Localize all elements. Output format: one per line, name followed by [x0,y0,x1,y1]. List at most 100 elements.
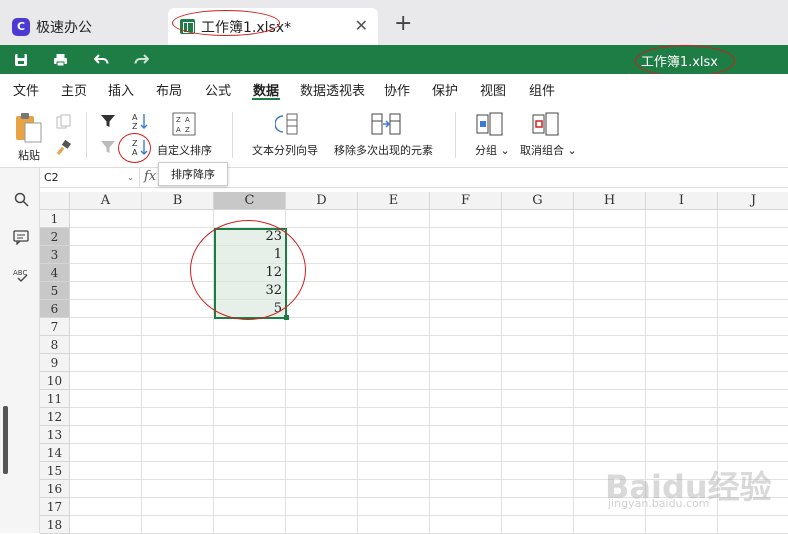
cell-h1[interactable] [574,210,646,228]
cell-e15[interactable] [358,462,430,480]
cell-d16[interactable] [286,480,358,498]
cell-d7[interactable] [286,318,358,336]
cell-e13[interactable] [358,426,430,444]
sort-descending-icon[interactable]: ZA [131,138,149,159]
save-icon[interactable] [11,50,31,70]
search-icon[interactable] [12,190,30,208]
cell-g10[interactable] [502,372,574,390]
cell-f14[interactable] [430,444,502,462]
menu-home[interactable]: 主页 [61,80,87,99]
cell-f17[interactable] [430,498,502,516]
cell-c6[interactable]: 5 [214,300,286,318]
cell-a5[interactable] [70,282,142,300]
cell-i10[interactable] [646,372,718,390]
cell-j7[interactable] [718,318,788,336]
tab-document[interactable]: 工作簿1.xlsx* ✕ [168,8,378,45]
cell-h11[interactable] [574,390,646,408]
cell-b10[interactable] [142,372,214,390]
remove-duplicates-icon[interactable] [371,112,401,139]
cell-d1[interactable] [286,210,358,228]
row-header-7[interactable]: 7 [40,318,70,336]
cell-e6[interactable] [358,300,430,318]
cell-b5[interactable] [142,282,214,300]
cell-b2[interactable] [142,228,214,246]
column-header-a[interactable]: A [70,192,142,210]
cell-e1[interactable] [358,210,430,228]
column-header-d[interactable]: D [286,192,358,210]
column-header-g[interactable]: G [502,192,574,210]
cell-a1[interactable] [70,210,142,228]
cell-f18[interactable] [430,516,502,534]
cell-b3[interactable] [142,246,214,264]
cell-j5[interactable] [718,282,788,300]
row-header-6[interactable]: 6 [40,300,70,318]
panel-resize-handle[interactable] [3,406,8,474]
cell-f6[interactable] [430,300,502,318]
cell-c14[interactable] [214,444,286,462]
cell-d2[interactable] [286,228,358,246]
cell-a4[interactable] [70,264,142,282]
cell-h12[interactable] [574,408,646,426]
cell-f5[interactable] [430,282,502,300]
print-icon[interactable] [50,50,70,70]
cell-a3[interactable] [70,246,142,264]
cell-g3[interactable] [502,246,574,264]
cell-h3[interactable] [574,246,646,264]
cell-g12[interactable] [502,408,574,426]
row-header-15[interactable]: 15 [40,462,70,480]
cell-a17[interactable] [70,498,142,516]
cell-e14[interactable] [358,444,430,462]
cell-e4[interactable] [358,264,430,282]
tab-app[interactable]: C 极速办公 [0,8,166,45]
sort-ascending-icon[interactable]: AZ [131,112,149,133]
cell-j8[interactable] [718,336,788,354]
cell-g18[interactable] [502,516,574,534]
cell-h14[interactable] [574,444,646,462]
cell-g1[interactable] [502,210,574,228]
custom-sort-label[interactable]: 自定义排序 [157,142,212,158]
cell-h2[interactable] [574,228,646,246]
clear-filter-icon[interactable] [100,139,116,158]
cell-g6[interactable] [502,300,574,318]
cell-e7[interactable] [358,318,430,336]
cell-e11[interactable] [358,390,430,408]
cell-j9[interactable] [718,354,788,372]
cell-a9[interactable] [70,354,142,372]
cell-j14[interactable] [718,444,788,462]
row-header-11[interactable]: 11 [40,390,70,408]
cell-c3[interactable]: 1 [214,246,286,264]
cell-f9[interactable] [430,354,502,372]
row-header-14[interactable]: 14 [40,444,70,462]
row-header-4[interactable]: 4 [40,264,70,282]
cell-c12[interactable] [214,408,286,426]
ungroup-icon[interactable] [532,112,560,139]
cell-g2[interactable] [502,228,574,246]
cell-c2[interactable]: 23 [214,228,286,246]
group-label[interactable]: 分组 ⌄ [475,142,510,158]
row-header-17[interactable]: 17 [40,498,70,516]
cell-b17[interactable] [142,498,214,516]
column-header-f[interactable]: F [430,192,502,210]
cell-c18[interactable] [214,516,286,534]
cell-i18[interactable] [646,516,718,534]
remove-duplicates-label[interactable]: 移除多次出现的元素 [334,142,433,158]
row-header-8[interactable]: 8 [40,336,70,354]
cell-i6[interactable] [646,300,718,318]
column-header-j[interactable]: J [718,192,788,210]
cell-f10[interactable] [430,372,502,390]
row-header-12[interactable]: 12 [40,408,70,426]
row-header-1[interactable]: 1 [40,210,70,228]
column-header-e[interactable]: E [358,192,430,210]
cell-b14[interactable] [142,444,214,462]
cell-d10[interactable] [286,372,358,390]
cell-a6[interactable] [70,300,142,318]
comment-icon[interactable] [12,228,30,246]
cell-f2[interactable] [430,228,502,246]
cell-b6[interactable] [142,300,214,318]
cell-f15[interactable] [430,462,502,480]
cell-d14[interactable] [286,444,358,462]
cell-g13[interactable] [502,426,574,444]
cell-h4[interactable] [574,264,646,282]
cell-g15[interactable] [502,462,574,480]
cell-b1[interactable] [142,210,214,228]
